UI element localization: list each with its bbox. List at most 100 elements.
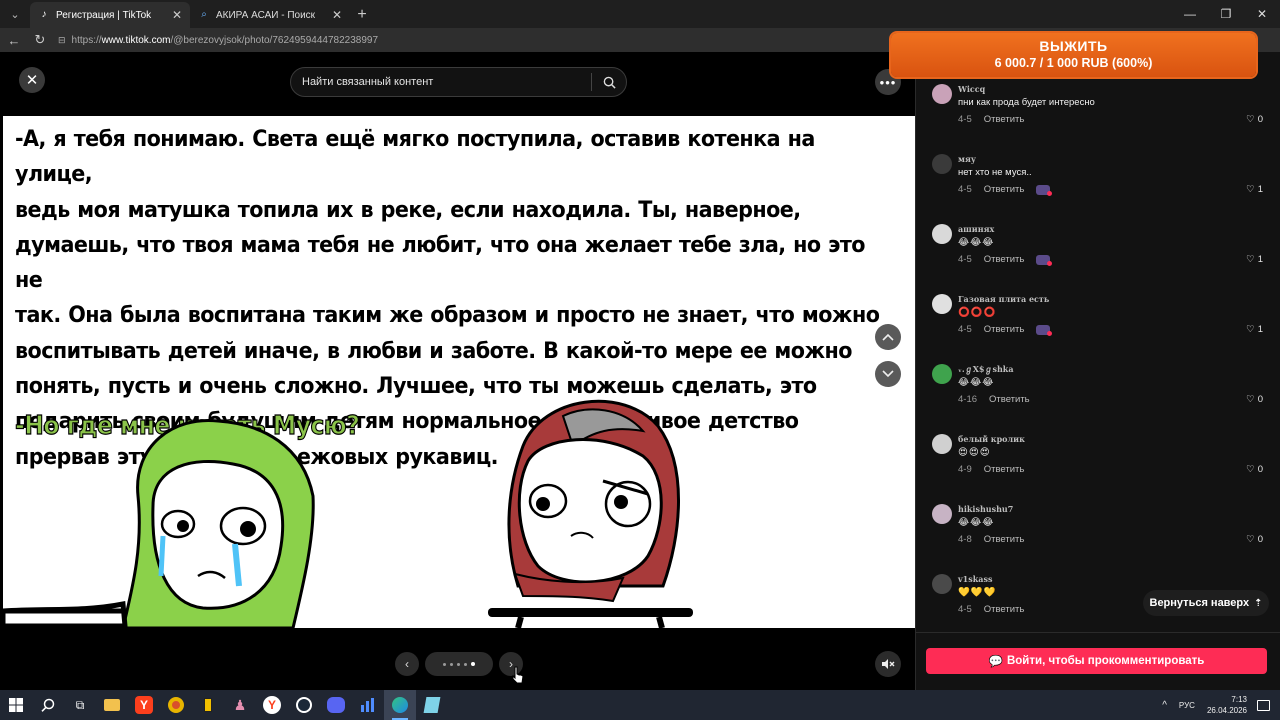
tab-tiktok[interactable]: ♪ Регистрация | TikTok ✕ [30,2,190,28]
yandex-browser-icon[interactable]: Y [256,690,288,720]
comment-author[interactable]: ᵥ.ℊX$ℊshka [958,364,1014,375]
tab-close-icon[interactable]: ✕ [172,8,182,22]
tab-actions-chevron-icon[interactable]: ⌄ [4,3,26,25]
new-tab-plus-icon[interactable]: + [350,3,374,27]
comment-item: ᵥ.ℊX$ℊshka 😂😂😂 4-16 Ответить ♡ 0 [916,360,1280,430]
clock-date: 26.04.2026 [1206,706,1247,715]
like-count: 1 [1257,324,1263,335]
back-arrow-icon[interactable]: ← [2,30,26,50]
discord-icon[interactable] [320,690,352,720]
screen: ⌄ ♪ Регистрация | TikTok ✕ ⌕ АКИРА АСАИ … [0,0,1280,720]
comment-item: hikishushu7 😂😂😂 4-8 Ответить ♡ 0 [916,500,1280,570]
comment-author[interactable]: Wiccq [958,84,985,94]
reply-button[interactable]: Ответить [984,324,1025,335]
notepad-icon[interactable] [416,690,448,720]
like-button[interactable]: ♡ 1 [1246,184,1263,195]
comment-date: 4-5 [958,254,972,265]
yandex-icon[interactable]: Y [128,690,160,720]
avatar[interactable] [932,84,952,104]
steam-icon[interactable] [288,690,320,720]
comment-meta: 4-9 Ответить [958,464,1024,475]
avatar[interactable] [932,224,952,244]
comment-meta: 4-5 Ответить [958,254,1053,266]
tab-search[interactable]: ⌕ АКИРА АСАИ - Поиск ✕ [190,2,350,28]
site-info-icon[interactable]: ⊟ [58,35,66,46]
task-view-icon[interactable]: ⧉ [64,690,96,720]
windows-start-icon[interactable] [0,690,32,720]
notifications-icon[interactable] [1257,699,1270,711]
comment-meta: 4-16 Ответить [958,394,1030,405]
reply-button[interactable]: Ответить [984,184,1025,195]
file-explorer-icon[interactable] [96,690,128,720]
tab-close-icon[interactable]: ✕ [332,8,342,22]
heart-icon: ♡ [1246,254,1255,265]
avatar[interactable] [932,364,952,384]
comment-item: ашинях 😂😂😂 4-5 Ответить ♡ 1 [916,220,1280,290]
reply-button[interactable]: Ответить [984,114,1025,125]
like-button[interactable]: ♡ 0 [1246,394,1263,405]
comment-author[interactable]: белый кролик [958,434,1025,444]
reply-button[interactable]: Ответить [984,254,1025,265]
like-button[interactable]: ♡ 0 [1246,464,1263,475]
tray-chevron-up-icon[interactable]: ^ [1162,700,1167,711]
comic-image: -А, я тебя понимаю. Света ещё мягко пост… [3,116,915,628]
like-button[interactable]: ♡ 1 [1246,254,1263,265]
avatar[interactable] [932,294,952,314]
like-button[interactable]: ♡ 1 [1246,324,1263,335]
arrow-up-icon: ⇡ [1254,597,1263,609]
comment-item: Wiccq пни как прода будет интересно 4-5 … [916,80,1280,150]
comment-author[interactable]: hikishushu7 [958,504,1013,514]
tab-title: Регистрация | TikTok [56,9,152,21]
comment-date: 4-5 [958,114,972,125]
like-button[interactable]: ♡ 0 [1246,534,1263,545]
comment-author[interactable]: v1skass [958,574,992,584]
clock[interactable]: 7:13 26.04.2026 [1207,694,1247,716]
previous-video-chevron-up-icon[interactable] [875,324,901,350]
keyboard-language[interactable]: РУС [1179,701,1195,710]
comic-text-line: -А, я тебя понимаю. Света ещё мягко пост… [15,126,815,188]
related-search-input[interactable]: Найти связанный контент [290,67,627,97]
chrome-icon[interactable] [160,690,192,720]
restore-icon[interactable]: ❐ [1208,0,1244,28]
chart-app-icon[interactable] [352,690,384,720]
beer-app-icon[interactable] [192,690,224,720]
avatar[interactable] [932,504,952,524]
back-to-top-button[interactable]: Вернуться наверх ⇡ [1143,590,1269,616]
like-count: 0 [1257,464,1263,475]
game-icon[interactable]: ♟ [224,690,256,720]
reply-button[interactable]: Ответить [984,534,1025,545]
comment-date: 4-8 [958,534,972,545]
comment-author[interactable]: ашинях [958,224,994,234]
search-icon[interactable] [32,690,64,720]
next-video-chevron-down-icon[interactable] [875,361,901,387]
comment-text: ⭕⭕⭕ [958,307,997,318]
tab-title: АКИРА АСАИ - Поиск [216,9,316,21]
reply-button[interactable]: Ответить [984,604,1025,615]
comment-text: 😂😂😂 [958,377,995,388]
reply-button[interactable]: Ответить [989,394,1030,405]
reload-icon[interactable]: ↻ [28,30,52,50]
close-icon[interactable]: ✕ [19,67,45,93]
like-button[interactable]: ♡ 0 [1246,114,1263,125]
comment-author[interactable]: мяу [958,154,976,164]
comment-list: Wiccq пни как прода будет интересно 4-5 … [916,80,1280,640]
comment-author[interactable]: Газовая плита есть [958,294,1049,304]
minimize-icon[interactable]: — [1172,0,1208,28]
avatar[interactable] [932,154,952,174]
comment-text: 😂😂😂 [958,237,995,248]
search-icon[interactable] [592,76,626,89]
creator-reacted-icon [1036,184,1053,196]
mouse-cursor-icon [512,666,524,684]
previous-photo-chevron-left-icon[interactable]: ‹ [395,652,419,676]
avatar[interactable] [932,574,952,594]
search-icon: ⌕ [201,9,207,20]
photo-pager-dots [425,652,493,676]
system-tray: ^ РУС 7:13 26.04.2026 [1162,690,1280,720]
reply-button[interactable]: Ответить [984,464,1025,475]
login-to-comment-button[interactable]: 💬 Войти, чтобы прокомментировать [926,648,1267,674]
edge-icon[interactable] [384,690,416,720]
avatar[interactable] [932,434,952,454]
comment-text: 😂😂😂 [958,517,995,528]
muted-speaker-icon[interactable] [875,651,901,677]
window-close-icon[interactable]: ✕ [1244,0,1280,28]
